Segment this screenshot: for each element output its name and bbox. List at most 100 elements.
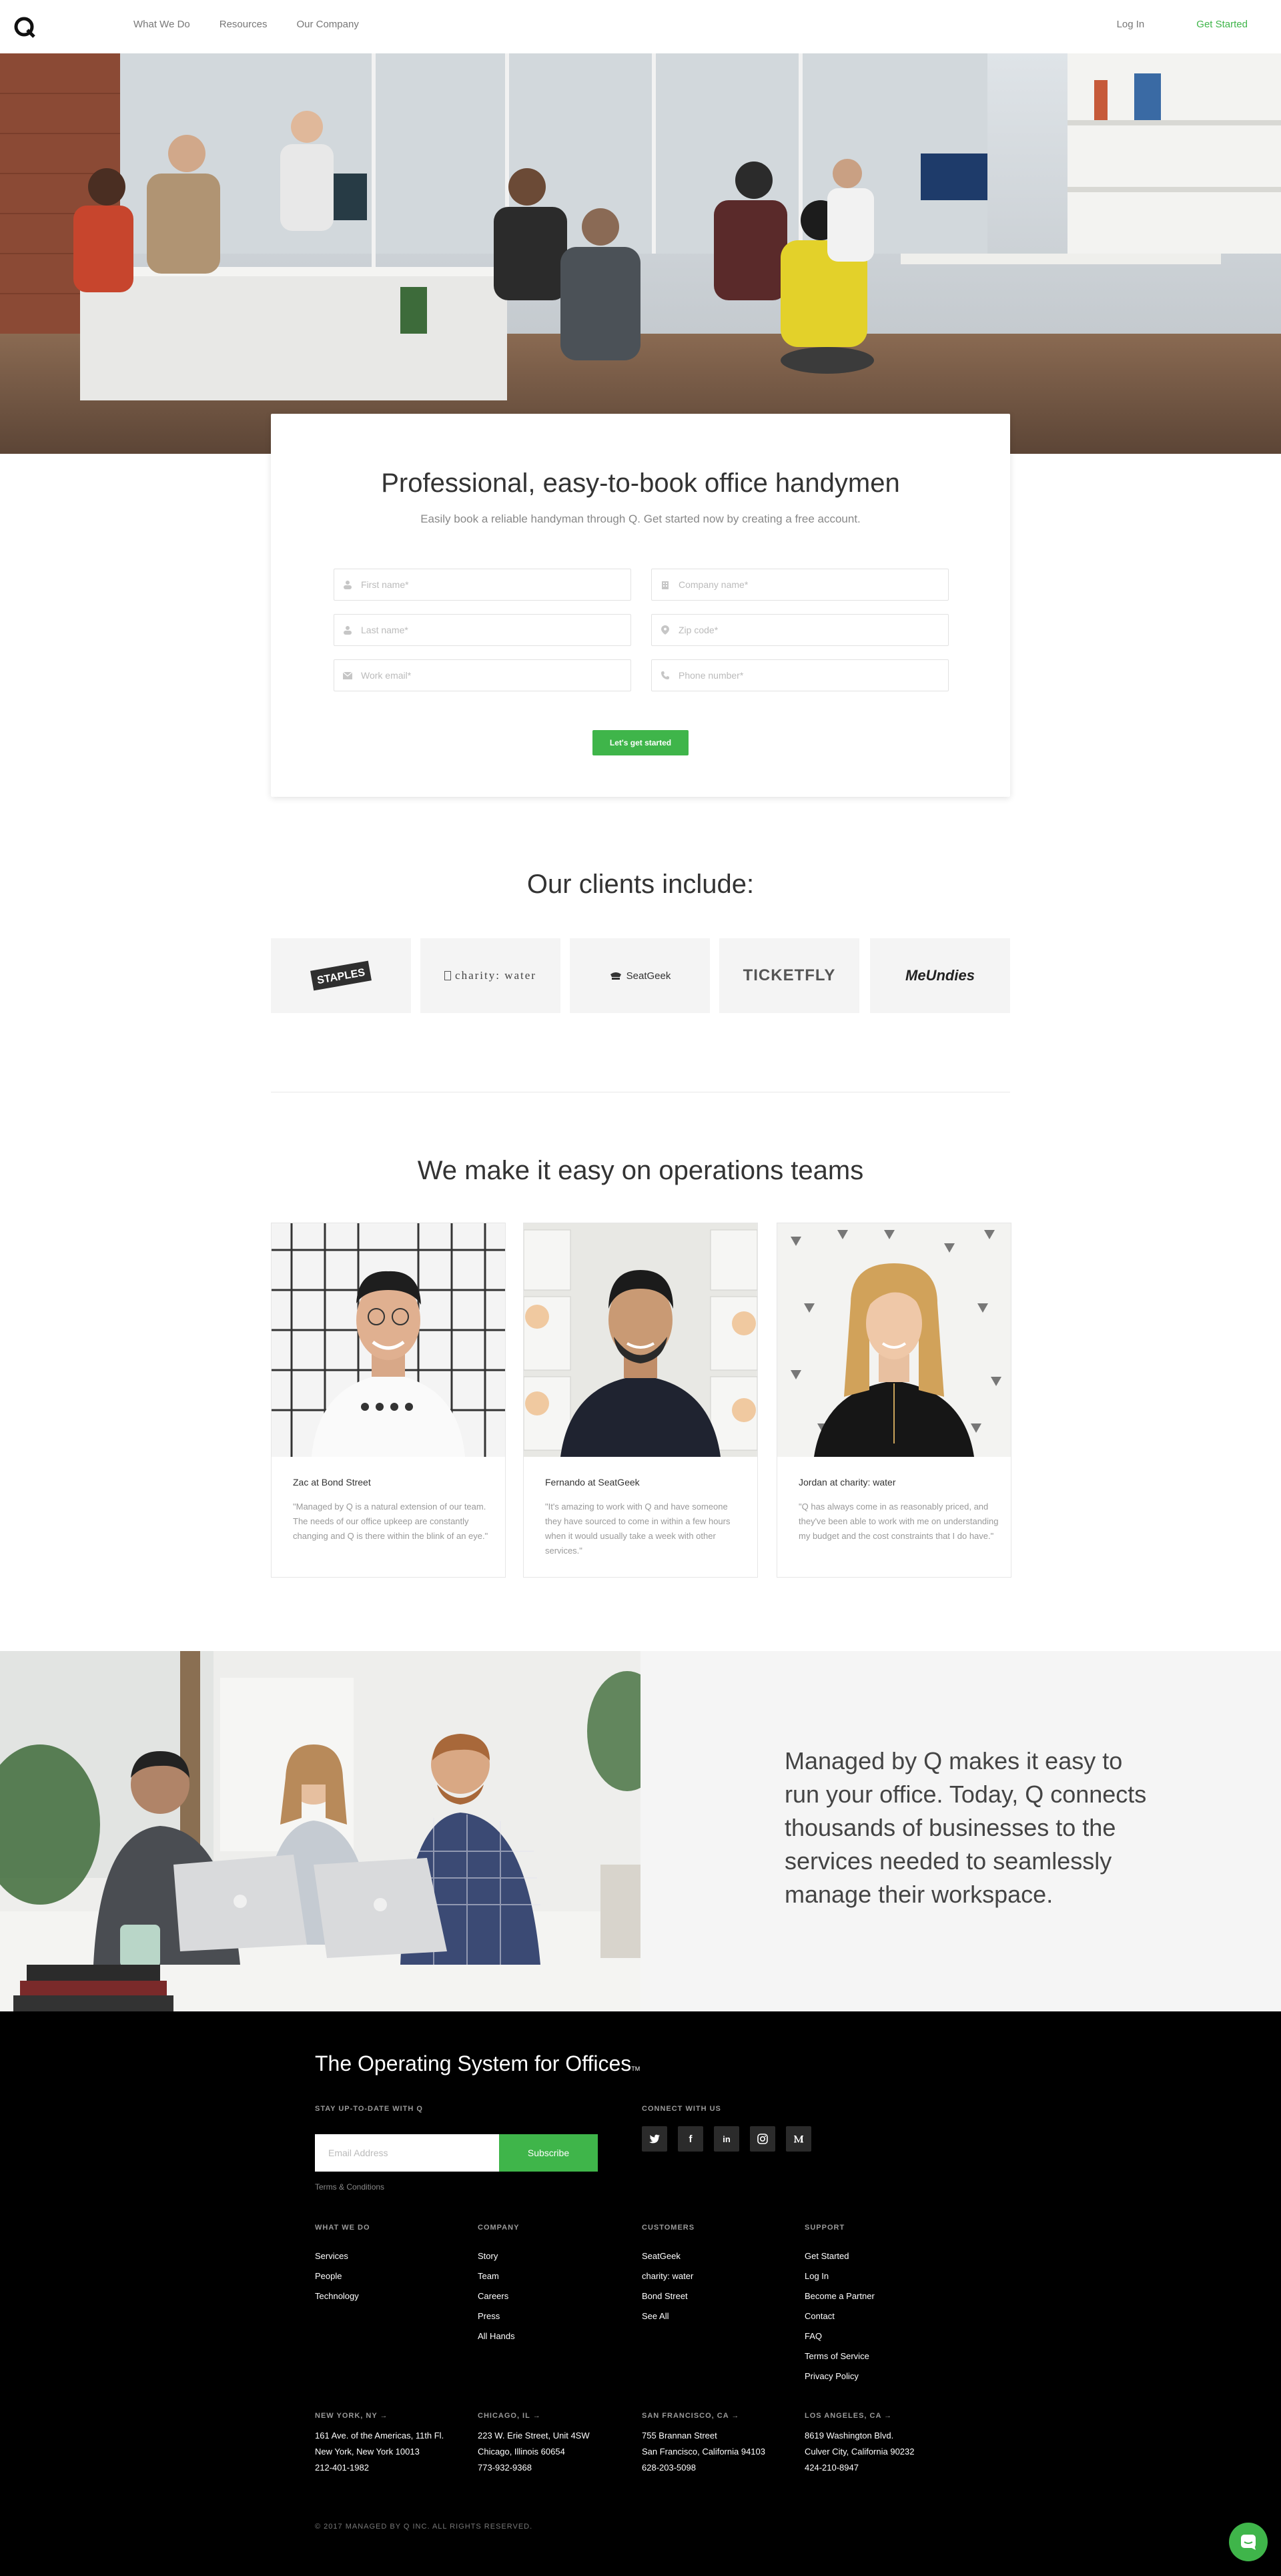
about-section: Managed by Q makes it easy to run your o…	[0, 1651, 1281, 2011]
footer-link-see-all[interactable]: See All	[642, 2306, 695, 2326]
company-name-input[interactable]	[679, 571, 932, 598]
charity-water-logo-text: charity: water	[455, 969, 536, 982]
footer-link-all-hands[interactable]: All Hands	[478, 2326, 519, 2346]
footer-col-heading: COMPANY	[478, 2224, 520, 2232]
trademark: TM	[631, 2065, 640, 2072]
lets-get-started-button[interactable]: Let's get started	[592, 730, 689, 755]
client-logo-meundies: MeUndies	[870, 938, 1010, 1013]
footer-link-people[interactable]: People	[315, 2266, 370, 2286]
team-laptops-photo	[0, 1651, 640, 2011]
testimonial-quote: "Managed by Q is a natural extension of …	[293, 1502, 488, 1541]
footer-col-company: COMPANY Story Team Careers Press All Han…	[478, 2224, 519, 2346]
seatgeek-logo-text: SeatGeek	[626, 970, 671, 982]
hero-office-photo	[0, 53, 1281, 454]
footer-tagline-text: The Operating System for Offices	[315, 2051, 632, 2075]
first-name-field[interactable]	[334, 569, 631, 601]
email-address-input[interactable]	[315, 2134, 499, 2172]
ticketfly-logo-text: TICKETFLY	[743, 966, 836, 984]
q-logo[interactable]	[13, 16, 36, 39]
testimonial-card: Jordan at charity: water "Q has always c…	[777, 1223, 1011, 1578]
subscribe-button[interactable]: Subscribe	[499, 2134, 598, 2172]
office-address-line: Culver City, California 90232	[805, 2447, 915, 2457]
about-text: Managed by Q makes it easy to run your o…	[785, 1747, 1147, 1908]
footer-link-press[interactable]: Press	[478, 2306, 519, 2326]
testimonial-name: Fernando at SeatGeek	[545, 1477, 640, 1488]
office-city-link[interactable]: CHICAGO, IL →	[478, 2412, 590, 2420]
phone-number-field[interactable]	[651, 659, 949, 691]
office-city-link[interactable]: NEW YORK, NY →	[315, 2412, 444, 2420]
footer-link-charity-water[interactable]: charity: water	[642, 2266, 695, 2286]
footer-link-bond-street[interactable]: Bond Street	[642, 2286, 695, 2306]
signup-title: Professional, easy-to-book office handym…	[381, 468, 900, 498]
medium-icon[interactable]	[786, 2126, 811, 2152]
footer-link-become-partner[interactable]: Become a Partner	[805, 2286, 875, 2306]
office-address-line: 161 Ave. of the Americas, 11th Fl.	[315, 2431, 444, 2441]
footer-link-log-in[interactable]: Log In	[805, 2266, 875, 2286]
phone-icon	[652, 660, 679, 691]
office-new-york: NEW YORK, NY → 161 Ave. of the Americas,…	[315, 2412, 444, 2476]
client-logo-staples: STAPLES	[271, 938, 411, 1013]
footer-link-careers[interactable]: Careers	[478, 2286, 519, 2306]
footer-link-team[interactable]: Team	[478, 2266, 519, 2286]
office-address-line: San Francisco, California 94103	[642, 2447, 765, 2457]
company-name-field[interactable]	[651, 569, 949, 601]
first-name-input[interactable]	[361, 571, 614, 598]
meundies-logo-text: MeUndies	[905, 967, 975, 984]
terms-conditions-link[interactable]: Terms & Conditions	[315, 2182, 384, 2192]
testimonial-name: Jordan at charity: water	[799, 1477, 896, 1488]
instagram-icon[interactable]	[750, 2126, 775, 2152]
office-address-line: 755 Brannan Street	[642, 2431, 717, 2441]
jerrycan-icon	[444, 971, 452, 980]
building-icon	[652, 569, 679, 600]
footer-col-support: SUPPORT Get Started Log In Become a Part…	[805, 2224, 875, 2386]
client-logo-seatgeek: SeatGeek	[570, 938, 710, 1013]
testimonial-quote: "It's amazing to work with Q and have so…	[545, 1502, 731, 1556]
person-icon	[334, 569, 361, 600]
office-city-link[interactable]: LOS ANGELES, CA →	[805, 2412, 915, 2420]
footer-link-seatgeek[interactable]: SeatGeek	[642, 2246, 695, 2266]
zip-code-input[interactable]	[679, 617, 932, 643]
office-address-line: 8619 Washington Blvd.	[805, 2431, 894, 2441]
work-email-input[interactable]	[361, 662, 614, 689]
last-name-input[interactable]	[361, 617, 614, 643]
footer-tagline: The Operating System for OfficesTM	[315, 2051, 640, 2076]
office-address-line: New York, New York 10013	[315, 2447, 420, 2457]
footer-col-heading: CUSTOMERS	[642, 2224, 695, 2232]
nav-what-we-do[interactable]: What We Do	[133, 19, 190, 30]
last-name-field[interactable]	[334, 614, 631, 646]
facebook-icon[interactable]: f	[678, 2126, 703, 2152]
testimonial-name: Zac at Bond Street	[293, 1477, 371, 1488]
phone-number-input[interactable]	[679, 662, 932, 689]
footer: The Operating System for OfficesTM STAY …	[0, 2011, 1281, 2576]
jordan-photo	[777, 1223, 1011, 1457]
office-phone: 628-203-5098	[642, 2463, 696, 2473]
nav-resources[interactable]: Resources	[220, 19, 268, 30]
work-email-field[interactable]	[334, 659, 631, 691]
zip-code-field[interactable]	[651, 614, 949, 646]
nav-our-company[interactable]: Our Company	[296, 19, 358, 30]
testimonial-card: Fernando at SeatGeek "It's amazing to wo…	[523, 1223, 758, 1578]
login-link[interactable]: Log In	[1117, 19, 1145, 30]
footer-link-get-started[interactable]: Get Started	[805, 2246, 875, 2266]
connect-heading: CONNECT WITH US	[642, 2105, 721, 2113]
office-chicago: CHICAGO, IL → 223 W. Erie Street, Unit 4…	[478, 2412, 590, 2476]
twitter-icon[interactable]	[642, 2126, 667, 2152]
footer-link-contact[interactable]: Contact	[805, 2306, 875, 2326]
footer-link-privacy-policy[interactable]: Privacy Policy	[805, 2366, 875, 2386]
footer-col-heading: SUPPORT	[805, 2224, 845, 2232]
get-started-link[interactable]: Get Started	[1196, 19, 1248, 30]
zac-photo	[272, 1223, 505, 1457]
office-city-link[interactable]: SAN FRANCISCO, CA →	[642, 2412, 765, 2420]
testimonials-title: We make it easy on operations teams	[417, 1156, 864, 1185]
top-nav: What We Do Resources Our Company Log In …	[0, 0, 1281, 53]
seat-icon	[610, 972, 621, 980]
chat-launcher-button[interactable]	[1229, 2523, 1268, 2561]
footer-link-terms-of-service[interactable]: Terms of Service	[805, 2346, 875, 2366]
footer-link-services[interactable]: Services	[315, 2246, 370, 2266]
footer-link-faq[interactable]: FAQ	[805, 2326, 875, 2346]
footer-link-story[interactable]: Story	[478, 2246, 519, 2266]
office-san-francisco: SAN FRANCISCO, CA → 755 Brannan Street S…	[642, 2412, 765, 2476]
linkedin-icon[interactable]: in	[714, 2126, 739, 2152]
footer-col-what-we-do: WHAT WE DO Services People Technology	[315, 2224, 370, 2306]
footer-link-technology[interactable]: Technology	[315, 2286, 370, 2306]
